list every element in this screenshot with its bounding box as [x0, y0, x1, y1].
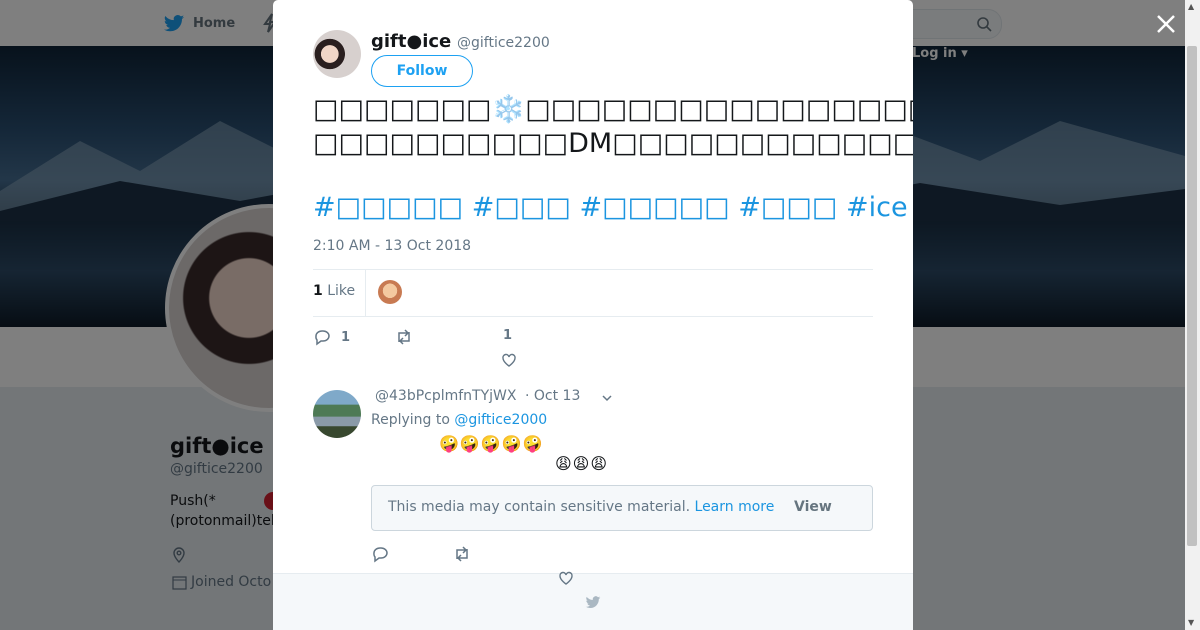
retweet-button[interactable]: [395, 328, 413, 346]
sensitive-media-notice: This media may contain sensitive materia…: [371, 485, 873, 531]
like-count[interactable]: 1: [503, 328, 512, 343]
divider: [365, 270, 366, 316]
reply-date[interactable]: · Oct 13: [525, 388, 580, 404]
snowflake-emoji: ❄️: [491, 94, 526, 125]
scroll-up-arrow[interactable]: ▲: [1188, 2, 1194, 11]
heart-icon[interactable]: [558, 570, 574, 586]
follow-button[interactable]: Follow: [371, 55, 473, 87]
close-icon[interactable]: [1153, 11, 1179, 37]
tweet-actions: 1 1: [313, 328, 613, 376]
author-avatar[interactable]: [313, 30, 361, 78]
tweet-modal: gift●ice @giftice2200 Follow □□□□□□□❄️□□…: [273, 0, 913, 630]
divider: [313, 316, 873, 317]
tweet-timestamp[interactable]: 2:10 AM - 13 Oct 2018: [313, 238, 471, 254]
chevron-down-icon[interactable]: [600, 391, 614, 405]
tweet-text: □□□□□□□❄️□□□□□□□□□□□□□□□□□□□□□□□□□□□□□□□…: [313, 94, 913, 159]
reply-emoji-line2: 😩😩😩: [555, 454, 609, 473]
learn-more-link[interactable]: Learn more: [695, 499, 775, 515]
author-name[interactable]: gift●ice: [371, 31, 451, 52]
reply-author-avatar[interactable]: [313, 390, 361, 438]
likes-count[interactable]: 1 Like: [313, 283, 355, 299]
liker-avatar[interactable]: [378, 280, 402, 304]
reply-button[interactable]: 1: [313, 328, 350, 346]
tweet-hashtags[interactable]: #□□□□□ #□□□ #□□□□□ #□□□ #ice # #□□□□ #□□…: [313, 192, 913, 223]
retweet-icon[interactable]: [453, 545, 471, 563]
retweet-icon: [398, 329, 410, 345]
reply-author-handle[interactable]: @43bPcplmfnTYjWX: [375, 388, 516, 404]
reply-icon: [315, 330, 330, 346]
view-button[interactable]: View: [794, 499, 832, 515]
twitter-bird-icon: [585, 596, 601, 609]
replying-to: Replying to @giftice2000: [371, 412, 548, 428]
author-handle[interactable]: @giftice2200: [457, 35, 550, 51]
sensitive-text: This media may contain sensitive materia…: [388, 499, 691, 515]
likes-row: 1 Like: [313, 270, 873, 316]
reply-emoji-line1: 🤪🤪🤪🤪🤪: [439, 434, 544, 453]
heart-icon[interactable]: [501, 352, 517, 368]
modal-footer: [273, 573, 913, 630]
scroll-down-arrow[interactable]: ▼: [1188, 618, 1194, 627]
scrollbar-thumb[interactable]: [1187, 46, 1197, 546]
replying-to-link[interactable]: @giftice2000: [454, 412, 547, 428]
reply-icon[interactable]: [371, 545, 389, 563]
